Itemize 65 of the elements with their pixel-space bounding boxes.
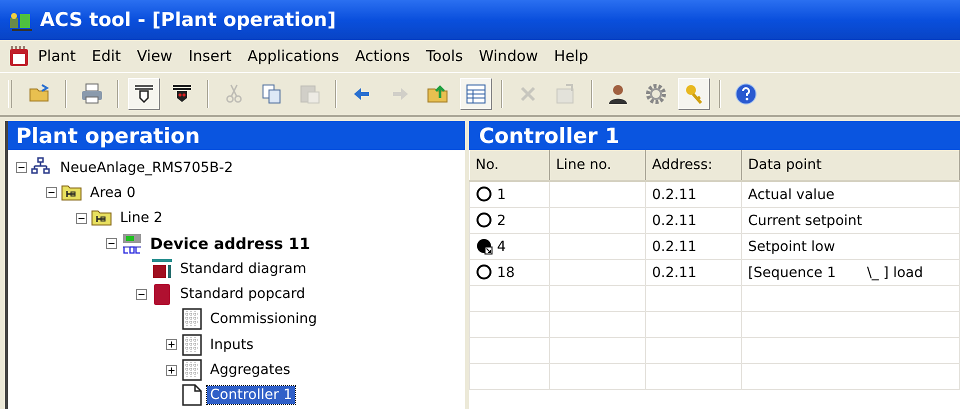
card-icon <box>151 283 173 306</box>
document-icon <box>8 44 30 68</box>
table-cell: 4 <box>497 238 506 254</box>
expand-icon[interactable] <box>166 339 177 350</box>
print-icon <box>80 82 104 106</box>
table-cell: 0.2.11 <box>646 208 742 234</box>
tree-item[interactable]: NeueAnlage_RMS705B-2 <box>57 158 236 177</box>
menu-item[interactable]: Plant <box>30 47 84 65</box>
column-header[interactable]: Address: <box>646 150 742 181</box>
table-cell: 2 <box>497 212 506 228</box>
menu-item[interactable]: Edit <box>84 47 129 65</box>
menu-item[interactable]: Actions <box>347 47 418 65</box>
settings-icon <box>644 82 668 106</box>
tree-item[interactable]: Device address 11 <box>147 234 314 254</box>
tree-item[interactable]: Area 0 <box>87 184 139 202</box>
table-cell: Actual value <box>742 181 960 208</box>
menu-item[interactable]: Insert <box>180 47 240 65</box>
person-icon <box>606 82 630 106</box>
tree-item[interactable]: Inputs <box>207 336 257 354</box>
table-cell: 1 <box>497 186 506 202</box>
menu-item[interactable]: View <box>128 47 180 65</box>
linked-circle-icon <box>476 238 493 255</box>
menu-item[interactable]: Tools <box>418 47 471 65</box>
collapse-icon[interactable] <box>46 187 57 198</box>
column-header[interactable]: No. <box>470 150 550 181</box>
column-header[interactable]: Data point <box>742 150 960 181</box>
table-cell: Current setpoint <box>742 208 960 234</box>
circle-icon <box>476 212 493 229</box>
plug-button[interactable] <box>128 78 160 110</box>
help-icon <box>734 82 758 106</box>
device-icon <box>121 232 143 255</box>
menu-item[interactable]: Window <box>470 47 546 65</box>
diagram-icon <box>151 258 173 280</box>
page-icon <box>181 359 203 382</box>
collapse-icon[interactable] <box>136 288 147 300</box>
document-icon <box>181 384 203 406</box>
table-cell: 0.2.11 <box>646 260 742 286</box>
panel-title: Controller 1 <box>469 121 960 150</box>
expand-icon[interactable] <box>166 364 177 376</box>
panel-title: Plant operation <box>8 121 465 150</box>
window-title: ACS tool - [Plant operation] <box>40 9 336 31</box>
tree-item[interactable]: Commissioning <box>207 310 320 328</box>
table-cell: [Sequence 1 \_ ] load <box>742 260 960 286</box>
menu-item[interactable]: Applications <box>240 47 348 65</box>
tree-item[interactable]: Aggregates <box>207 361 294 380</box>
table-cell: 18 <box>497 264 515 280</box>
tree-item[interactable]: Standard popcard <box>177 285 308 304</box>
menu-item[interactable]: Help <box>546 47 596 65</box>
circle-icon <box>476 186 493 203</box>
tree-item[interactable]: Standard diagram <box>177 260 310 278</box>
circle-icon <box>476 264 493 281</box>
page-icon <box>181 334 203 356</box>
collapse-icon[interactable] <box>106 238 117 250</box>
collapse-icon[interactable] <box>16 162 27 174</box>
key-button[interactable] <box>678 78 710 110</box>
collapse-icon[interactable] <box>76 212 87 224</box>
column-header[interactable]: Line no. <box>550 150 646 181</box>
table-cell: 0.2.11 <box>646 234 742 260</box>
list-icon <box>464 82 488 106</box>
page-icon <box>181 308 203 330</box>
list-button[interactable] <box>460 78 492 110</box>
table-cell: Setpoint low <box>742 234 960 260</box>
tree-item[interactable]: Controller 1 <box>207 386 296 404</box>
tree-item[interactable]: Line 2 <box>117 209 166 228</box>
table-cell: 0.2.11 <box>646 181 742 208</box>
